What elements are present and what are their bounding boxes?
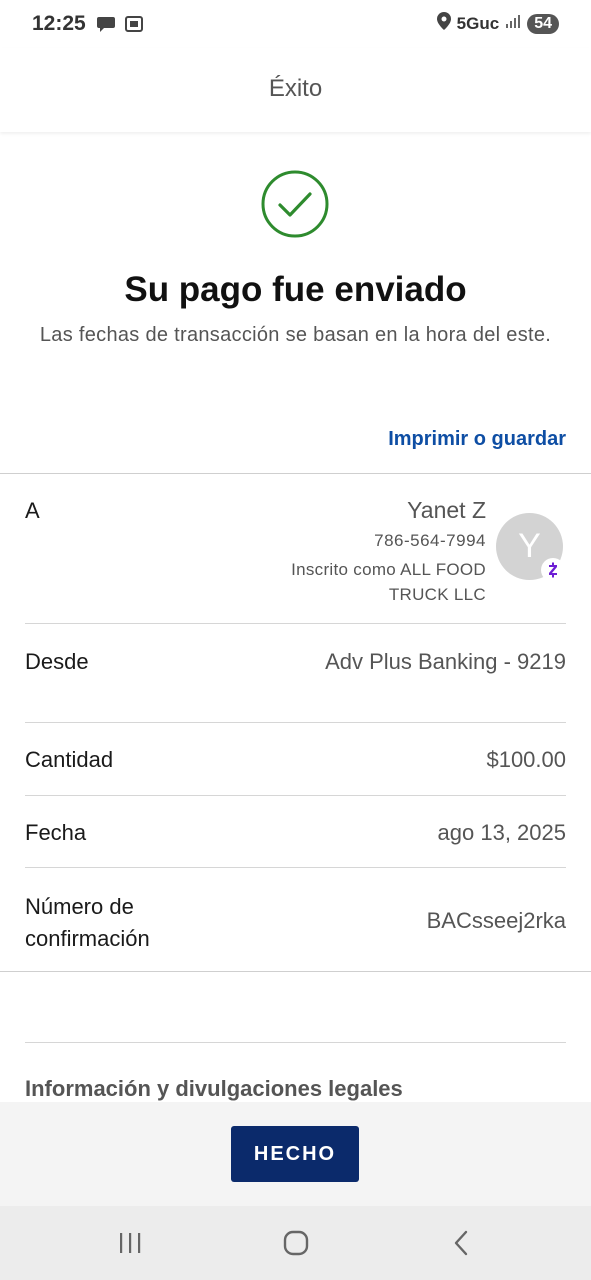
success-subtitle: Las fechas de transacción se basan en la… <box>39 324 552 346</box>
legal-disclosures-heading[interactable]: Información y divulgaciones legales <box>25 1076 403 1102</box>
screenshot-icon <box>124 14 144 39</box>
home-icon[interactable] <box>276 1228 316 1258</box>
to-label: A <box>25 498 40 523</box>
divider <box>25 867 566 868</box>
divider <box>25 1042 566 1043</box>
network-label: 5Guc <box>456 13 500 33</box>
status-time: 12:25 <box>32 12 86 35</box>
page-header: Éxito <box>0 48 591 132</box>
date-value: ago 13, 2025 <box>437 820 566 845</box>
battery-indicator: 54 <box>527 13 559 34</box>
success-block: Su pago fue enviado Las fechas de transa… <box>0 132 591 472</box>
avatar-initial: Y <box>518 527 541 565</box>
zelle-icon <box>541 558 565 582</box>
status-bar: 12:25 5Guc 54 <box>0 0 591 48</box>
page-title: Éxito <box>268 75 323 102</box>
signal-icon <box>505 13 521 34</box>
status-notification-icons <box>96 14 144 39</box>
divider <box>0 971 591 972</box>
recipient-name: Yanet Z <box>407 497 486 523</box>
recents-icon[interactable] <box>110 1228 150 1258</box>
location-icon <box>436 12 451 35</box>
confirmation-number: BACsseej2rka <box>426 908 566 933</box>
confirmation-label: Número de confirmación <box>25 894 150 951</box>
message-icon <box>96 14 116 39</box>
divider <box>0 473 591 474</box>
done-button[interactable]: HECHO <box>231 1126 359 1182</box>
from-label: Desde <box>25 649 89 674</box>
date-label: Fecha <box>25 820 87 845</box>
recipient-enrolled: Inscrito como ALL FOOD TRUCK LLC <box>291 560 486 604</box>
divider <box>25 722 566 723</box>
check-circle-icon <box>261 170 329 238</box>
divider <box>25 623 566 624</box>
amount-value: $100.00 <box>486 747 566 772</box>
divider <box>25 795 566 796</box>
success-title: Su pago fue enviado <box>124 270 467 309</box>
back-icon[interactable] <box>442 1228 482 1258</box>
status-right: 5Guc 54 <box>436 12 559 35</box>
recipient-phone: 786-564-7994 <box>374 531 486 550</box>
amount-label: Cantidad <box>25 747 114 772</box>
zelle-glyph <box>549 562 557 578</box>
from-account: Adv Plus Banking - 9219 <box>325 649 566 674</box>
system-nav-bar <box>0 1206 591 1280</box>
footer: HECHO <box>0 1102 591 1206</box>
print-or-save-link[interactable]: Imprimir o guardar <box>388 428 566 451</box>
